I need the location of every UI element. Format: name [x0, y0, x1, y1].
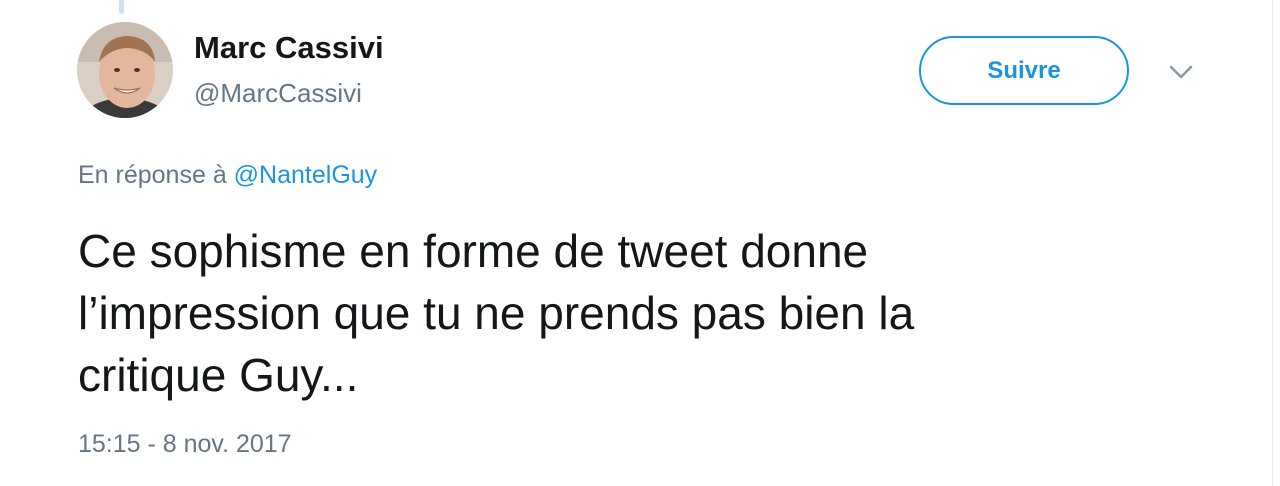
avatar-image [77, 22, 173, 118]
tweet-card: Marc Cassivi @MarcCassivi Suivre En répo… [0, 0, 1280, 486]
reply-prefix: En réponse à [78, 161, 227, 189]
avatar[interactable] [77, 22, 173, 118]
tweet-text-line: critique Guy... [78, 349, 359, 401]
card-border [1272, 0, 1273, 486]
tweet-text-line: l’impression que tu ne prends pas bien l… [78, 287, 915, 339]
follow-button[interactable]: Suivre [919, 36, 1129, 105]
reply-context: En réponse à @NantelGuy [78, 161, 377, 190]
thread-connector-line [119, 0, 124, 14]
display-name[interactable]: Marc Cassivi [194, 30, 384, 66]
tweet-text: Ce sophisme en forme de tweet donne l’im… [78, 220, 1178, 406]
chevron-down-icon[interactable] [1166, 58, 1196, 86]
tweet-text-line: Ce sophisme en forme de tweet donne [78, 225, 869, 277]
tweet-timestamp[interactable]: 15:15 - 8 nov. 2017 [78, 430, 292, 459]
user-handle[interactable]: @MarcCassivi [194, 78, 362, 109]
reply-mention-link[interactable]: @NantelGuy [234, 161, 378, 189]
